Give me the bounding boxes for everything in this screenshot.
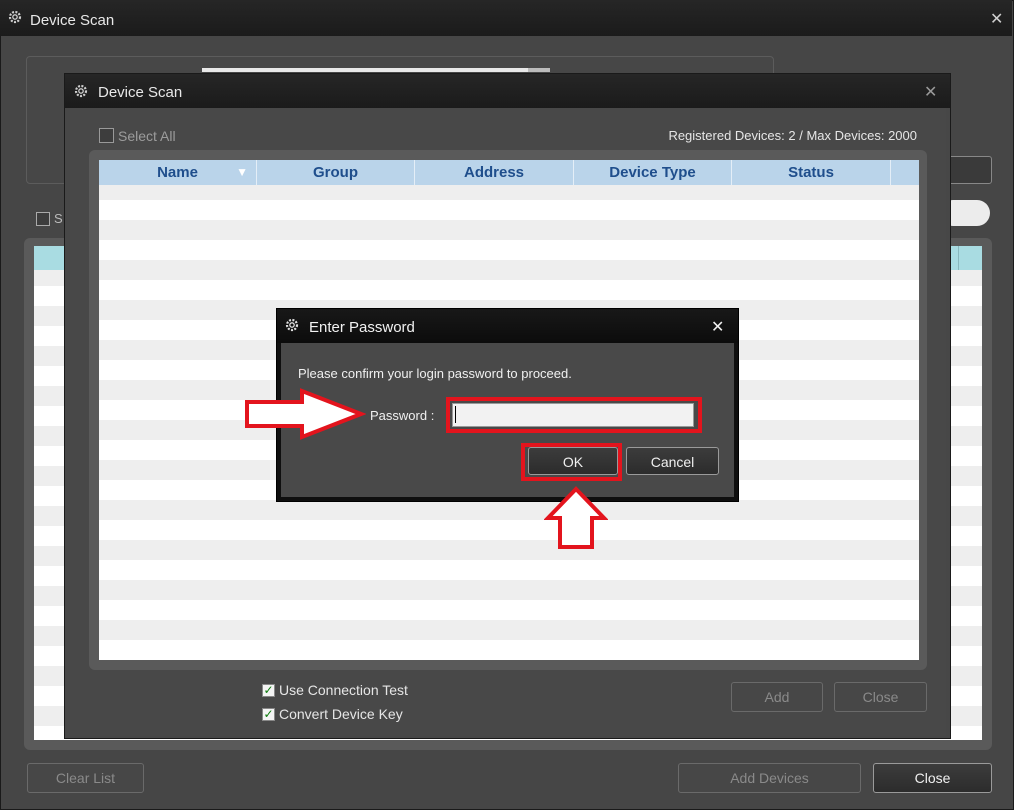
column-header-status[interactable]: Status — [732, 160, 891, 185]
right-arrow-annotation — [245, 388, 366, 440]
password-input[interactable] — [452, 403, 694, 427]
close-icon[interactable]: ✕ — [990, 9, 1003, 29]
inner-window-title: Device Scan — [98, 84, 183, 101]
inner-title-bar[interactable] — [65, 74, 950, 108]
column-header-filler — [891, 160, 919, 185]
convert-device-key-label: Convert Device Key — [279, 706, 403, 722]
convert-device-key-checkbox[interactable]: ✓ — [262, 708, 275, 721]
checkmark-icon: ✓ — [263, 683, 274, 697]
outer-close-button[interactable]: Close — [873, 763, 992, 793]
column-header-address[interactable]: Address — [415, 160, 574, 185]
password-dialog-title: Enter Password — [309, 319, 415, 336]
outer-list-header-divider — [958, 246, 959, 270]
outer-title-bar[interactable] — [0, 0, 1012, 36]
outer-scan-input[interactable] — [202, 68, 528, 72]
close-icon[interactable]: ✕ — [711, 317, 724, 337]
sort-down-icon: ▼ — [236, 165, 248, 179]
close-icon[interactable]: ✕ — [924, 82, 937, 102]
select-all-label: Select All — [118, 128, 176, 144]
registered-devices-count: Registered Devices: 2 / Max Devices: 200… — [668, 128, 917, 143]
column-header-name[interactable]: Name ▼ — [99, 160, 257, 185]
outer-select-checkbox[interactable] — [36, 212, 50, 226]
inner-close-button[interactable]: Close — [834, 682, 927, 712]
outer-select-label: S — [54, 211, 63, 226]
clear-list-button[interactable]: Clear List — [27, 763, 144, 793]
use-connection-test-label: Use Connection Test — [279, 682, 408, 698]
up-arrow-annotation — [544, 486, 608, 549]
gear-icon — [8, 10, 22, 24]
column-header-label: Name — [157, 164, 198, 181]
text-caret — [455, 406, 456, 423]
gear-icon — [74, 84, 88, 98]
column-header-group[interactable]: Group — [257, 160, 415, 185]
password-dialog-message: Please confirm your login password to pr… — [298, 366, 572, 381]
cancel-button[interactable]: Cancel — [626, 447, 719, 475]
use-connection-test-checkbox[interactable]: ✓ — [262, 684, 275, 697]
ok-button[interactable]: OK — [528, 447, 618, 475]
column-header-device-type[interactable]: Device Type — [574, 160, 732, 185]
password-label: Password : — [370, 408, 435, 423]
add-button[interactable]: Add — [731, 682, 823, 712]
select-all-checkbox[interactable] — [99, 128, 114, 143]
gear-icon — [285, 318, 299, 332]
add-devices-button[interactable]: Add Devices — [678, 763, 861, 793]
checkmark-icon: ✓ — [263, 707, 274, 721]
device-list-header: Name ▼ Group Address Device Type Status — [99, 160, 919, 185]
outer-window-title: Device Scan — [30, 12, 115, 29]
outer-scan-dropdown[interactable] — [528, 68, 550, 72]
